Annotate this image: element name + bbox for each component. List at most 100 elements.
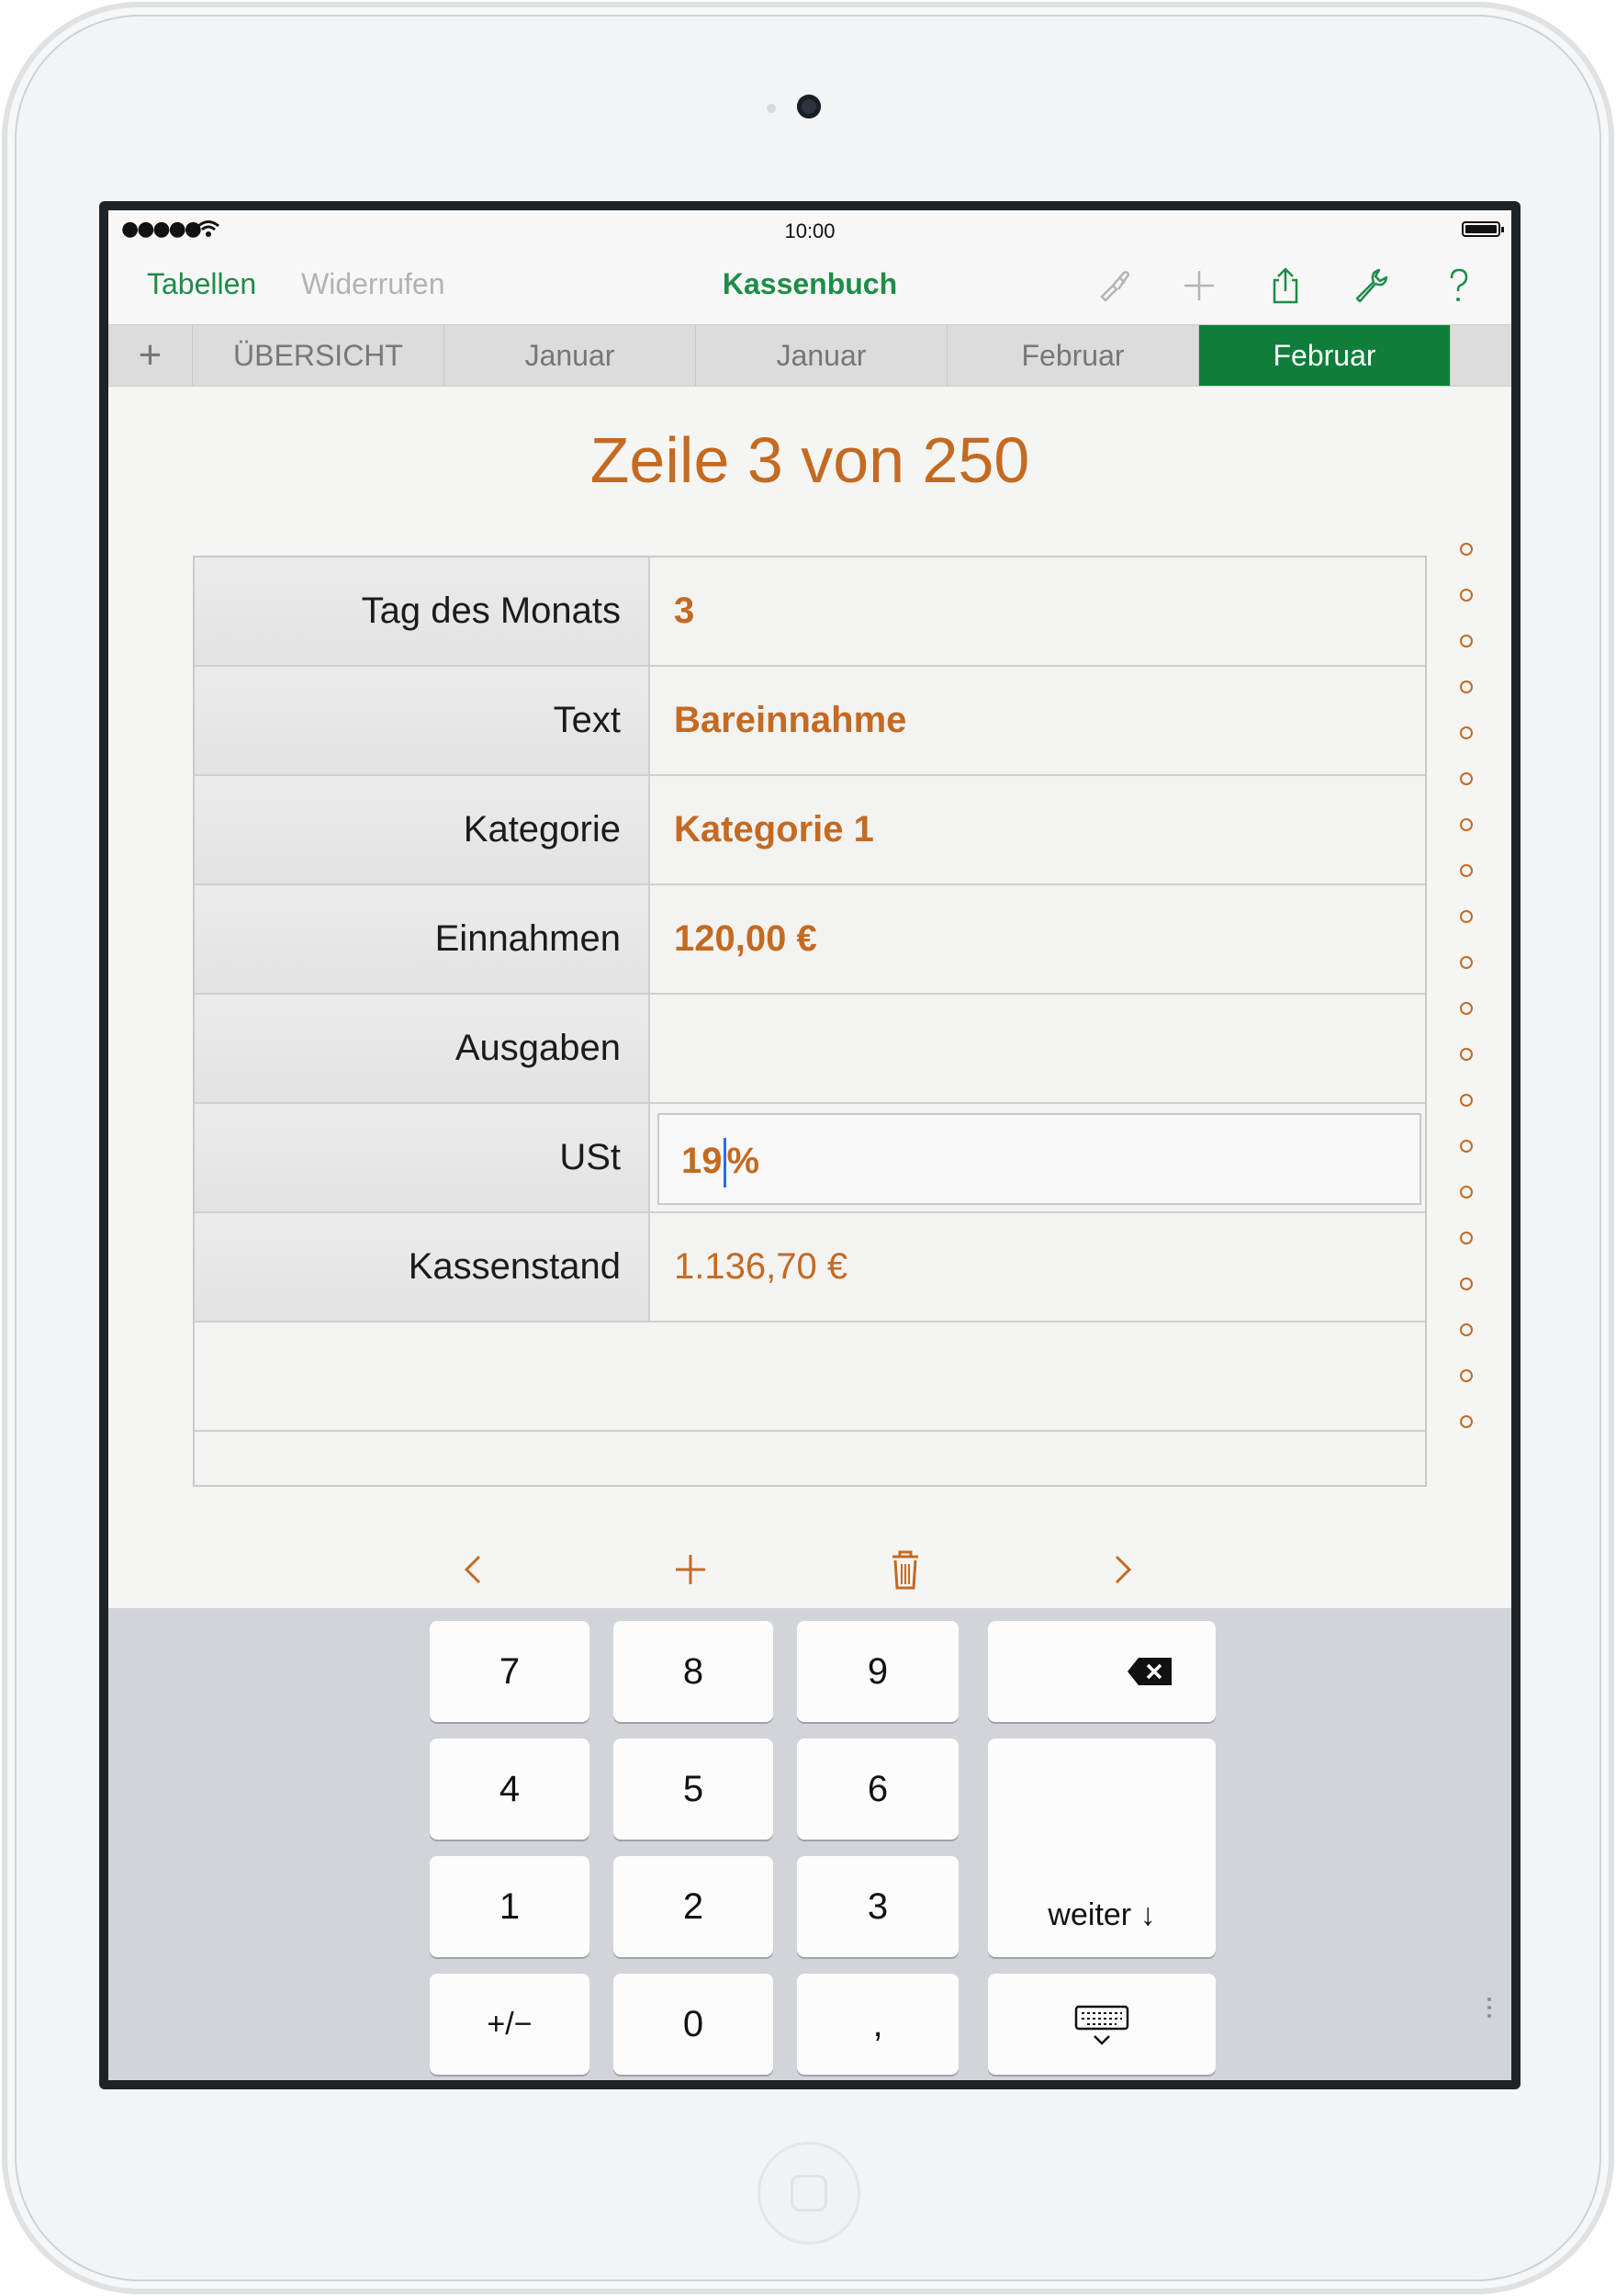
backspace-icon — [1128, 1658, 1172, 1685]
index-dot — [1460, 1002, 1473, 1015]
chevron-right-icon[interactable] — [1096, 1544, 1148, 1595]
index-dot — [1460, 1415, 1473, 1428]
index-dot — [1460, 1369, 1473, 1382]
field-value-cash-balance: 1.136,70 € — [674, 1246, 848, 1287]
battery-icon — [1462, 221, 1504, 237]
share-icon[interactable] — [1265, 265, 1306, 306]
next-key-label: weiter ↓ — [1048, 1897, 1156, 1932]
key-comma[interactable]: , — [797, 1974, 959, 2075]
key-3[interactable]: 3 — [797, 1856, 959, 1957]
ipad-device-frame: ●●●●● 10:00 Tabellen Widerrufen Kassenbu… — [2, 2, 1614, 2294]
field-label: Ausgaben — [195, 995, 650, 1102]
key-1[interactable]: 1 — [430, 1856, 589, 1957]
form-row-title: Zeile 3 von 250 — [589, 424, 1030, 496]
index-dot — [1460, 1277, 1473, 1290]
index-dot — [1460, 1140, 1473, 1153]
proximity-sensor — [767, 104, 776, 113]
index-dot — [1460, 543, 1473, 556]
keyboard-dismiss-icon — [1074, 2005, 1129, 2045]
tab-februar-1[interactable]: Februar — [948, 325, 1199, 386]
key-4[interactable]: 4 — [430, 1739, 589, 1840]
tab-januar-1[interactable]: Januar — [444, 325, 696, 386]
index-dot — [1460, 635, 1473, 647]
key-2[interactable]: 2 — [613, 1856, 773, 1957]
field-input-vat[interactable]: 19% — [657, 1113, 1421, 1205]
index-dot — [1460, 1094, 1473, 1107]
undo-button[interactable]: Widerrufen — [301, 267, 445, 301]
numeric-keyboard: 7 8 9 4 5 6 weiter ↓ 1 2 3 +/− 0 , — [108, 1608, 1511, 2080]
index-dot — [1460, 726, 1473, 739]
tab-januar-2[interactable]: Januar — [696, 325, 948, 386]
vat-percent-sign: % — [726, 1141, 760, 1181]
text-cursor — [723, 1138, 726, 1188]
index-dot — [1460, 864, 1473, 877]
backspace-key[interactable] — [988, 1621, 1216, 1722]
plus-icon[interactable] — [1179, 265, 1219, 306]
more-options-handle[interactable] — [1487, 1998, 1491, 2022]
add-sheet-button[interactable]: + — [108, 325, 193, 386]
index-dot — [1460, 772, 1473, 785]
index-dot — [1460, 1232, 1473, 1244]
field-value-income[interactable]: 120,00 € — [652, 885, 1425, 993]
form-row: Kassenstand 1.136,70 € — [195, 1213, 1425, 1322]
key-7[interactable]: 7 — [430, 1621, 589, 1722]
index-dot — [1460, 910, 1473, 923]
form-table: Tag des Monats 3 Text Bareinnahme Katego… — [193, 556, 1427, 1487]
form-row: Einnahmen 120,00 € — [195, 885, 1425, 995]
help-icon[interactable] — [1438, 265, 1478, 306]
document-title[interactable]: Kassenbuch — [723, 267, 897, 300]
index-dot — [1460, 1186, 1473, 1199]
field-label: Einnahmen — [195, 885, 650, 993]
chevron-left-icon[interactable] — [448, 1544, 499, 1595]
sheet-tab-bar: + ÜBERSICHT Januar Januar Februar Februa… — [108, 324, 1511, 387]
field-label: Kategorie — [195, 776, 650, 884]
key-5[interactable]: 5 — [613, 1739, 773, 1840]
app-display: ●●●●● 10:00 Tabellen Widerrufen Kassenbu… — [108, 210, 1511, 2080]
index-dot — [1460, 681, 1473, 693]
index-dot — [1460, 818, 1473, 831]
empty-row — [195, 1432, 1425, 1485]
tab-februar-2-selected[interactable]: Februar — [1199, 325, 1451, 386]
status-bar: ●●●●● 10:00 — [108, 210, 1511, 247]
form-row: USt 19% — [195, 1104, 1425, 1213]
key-0[interactable]: 0 — [613, 1974, 773, 2075]
hide-keyboard-key[interactable] — [988, 1974, 1216, 2075]
index-dot — [1460, 956, 1473, 969]
form-row: Tag des Monats 3 — [195, 557, 1425, 667]
field-label: Kassenstand — [195, 1213, 650, 1321]
field-label: Tag des Monats — [195, 557, 650, 665]
brush-icon[interactable] — [1094, 265, 1135, 306]
field-label: Text — [195, 667, 650, 774]
navigation-bar: Tabellen Widerrufen Kassenbuch — [108, 247, 1511, 324]
form-row: Kategorie Kategorie 1 — [195, 776, 1425, 885]
status-time: 10:00 — [784, 219, 836, 242]
form-row: Text Bareinnahme — [195, 667, 1425, 776]
vat-value-text: 19 — [681, 1141, 723, 1181]
field-value-expenses[interactable] — [652, 995, 1425, 1102]
tab-uebersicht[interactable]: ÜBERSICHT — [193, 325, 444, 386]
index-dot — [1460, 1048, 1473, 1061]
front-camera — [797, 95, 821, 118]
index-dot — [1460, 589, 1473, 602]
home-button[interactable] — [758, 2142, 860, 2245]
key-8[interactable]: 8 — [613, 1621, 773, 1722]
empty-row — [195, 1322, 1425, 1432]
screen-bezel: ●●●●● 10:00 Tabellen Widerrufen Kassenbu… — [99, 201, 1521, 2089]
wrench-icon[interactable] — [1352, 265, 1392, 306]
tables-button[interactable]: Tabellen — [147, 267, 256, 301]
field-value-day[interactable]: 3 — [652, 557, 1425, 665]
index-dot — [1460, 1323, 1473, 1336]
trash-icon[interactable] — [880, 1544, 931, 1595]
key-plus-minus[interactable]: +/− — [430, 1974, 589, 2075]
home-button-glyph — [791, 2175, 827, 2212]
key-6[interactable]: 6 — [797, 1739, 959, 1840]
field-value-category[interactable]: Kategorie 1 — [652, 776, 1425, 884]
next-key[interactable]: weiter ↓ — [988, 1739, 1216, 1957]
form-row: Ausgaben — [195, 995, 1425, 1104]
row-scroll-index[interactable] — [1460, 543, 1473, 1461]
form-toolbar — [108, 1533, 1511, 1606]
plus-icon[interactable] — [665, 1544, 716, 1595]
key-9[interactable]: 9 — [797, 1621, 959, 1722]
field-value-text[interactable]: Bareinnahme — [652, 667, 1425, 774]
field-label: USt — [195, 1104, 650, 1211]
